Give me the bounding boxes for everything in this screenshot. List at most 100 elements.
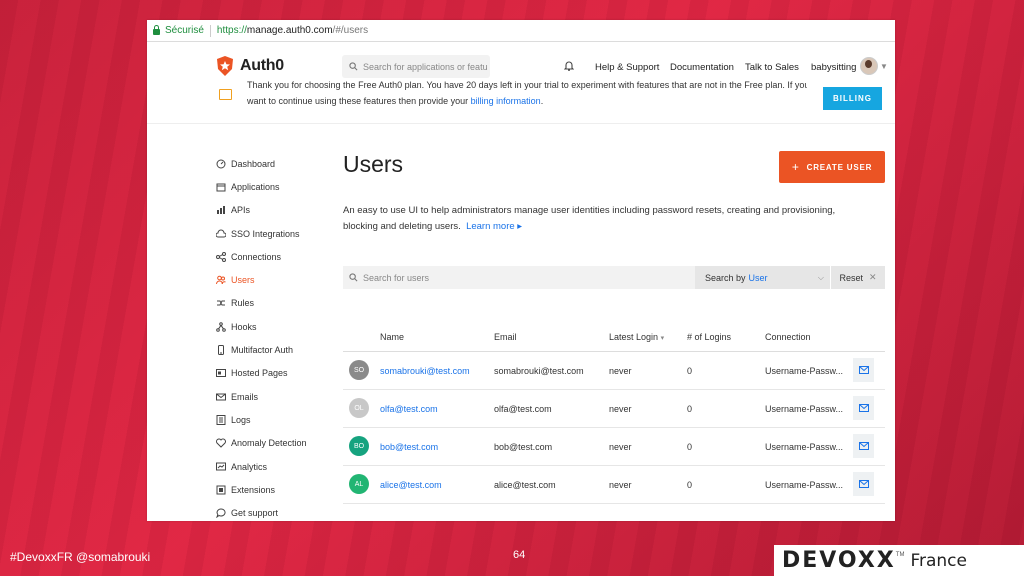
sidebar-item-extensions[interactable]: Extensions (216, 478, 336, 501)
user-latest-login: never (609, 404, 632, 414)
auth0-logo[interactable]: Auth0 (216, 56, 284, 76)
sidebar-item-label: APIs (231, 205, 251, 216)
sidebar-item-sso[interactable]: SSO Integrations (216, 222, 336, 245)
user-search-bar: Search for users Search by User ⌵ Reset … (343, 266, 885, 289)
sidebar-item-rules[interactable]: Rules (216, 292, 336, 315)
user-search-input[interactable]: Search for users (363, 273, 695, 283)
sidebar-item-logs[interactable]: Logs (216, 408, 336, 431)
auth0-shield-icon (217, 56, 233, 76)
column-header-logins[interactable]: # of Logins (687, 332, 731, 342)
sidebar-item-label: Anomaly Detection (231, 438, 307, 449)
documentation-link[interactable]: Documentation (670, 62, 734, 73)
sidebar-item-mfa[interactable]: Multifactor Auth (216, 338, 336, 361)
user-name-link[interactable]: olfa@test.com (380, 404, 438, 414)
send-email-button[interactable] (853, 358, 874, 382)
sidebar-item-hosted-pages[interactable]: Hosted Pages (216, 362, 336, 385)
sidebar-item-hooks[interactable]: Hooks (216, 315, 336, 338)
user-logins-count: 0 (687, 442, 693, 452)
user-logins-count: 0 (687, 404, 693, 414)
sidebar-item-get-support[interactable]: Get support (216, 501, 336, 521)
applications-icon (216, 182, 226, 192)
sidebar-item-anomaly-detection[interactable]: Anomaly Detection (216, 432, 336, 455)
user-logins-count: 0 (687, 480, 693, 490)
column-header-latest-login[interactable]: Latest Login ▾ (609, 332, 664, 342)
reset-button[interactable]: Reset ✕ (830, 266, 885, 289)
table-row[interactable]: BO bob@test.com bob@test.com never 0 Use… (343, 427, 885, 466)
banner-text-line1: Thank you for choosing the Free Auth0 pl… (247, 80, 807, 90)
create-user-button[interactable]: + CREATE USER (779, 151, 885, 183)
table-row[interactable]: OL olfa@test.com olfa@test.com never 0 U… (343, 389, 885, 428)
user-avatar: OL (349, 398, 369, 418)
sidebar-item-applications[interactable]: Applications (216, 175, 336, 198)
search-by-dropdown[interactable]: Search by User ⌵ (695, 266, 830, 289)
chevron-down-icon[interactable]: ▼ (880, 62, 888, 71)
sidebar-item-label: Rules (231, 298, 255, 309)
billing-info-link[interactable]: billing information (471, 96, 541, 106)
url-separator (209, 24, 211, 37)
column-header-email[interactable]: Email (494, 332, 517, 342)
trial-banner: Thank you for choosing the Free Auth0 pl… (147, 80, 895, 124)
table-row[interactable]: AL alice@test.com alice@test.com never 0… (343, 465, 885, 504)
user-avatar: SO (349, 360, 369, 380)
user-name-link[interactable]: alice@test.com (380, 480, 442, 490)
bell-icon[interactable] (564, 60, 574, 71)
sidebar-item-label: Get support (231, 508, 279, 519)
phone-icon (216, 345, 226, 356)
trademark-mark: TM (895, 551, 905, 558)
tenant-name[interactable]: babysitting (811, 62, 856, 73)
close-icon: ✕ (868, 272, 877, 282)
analytics-icon (216, 462, 226, 472)
email-icon (216, 392, 226, 402)
envelope-icon (858, 366, 869, 374)
search-icon (349, 62, 358, 71)
sidebar-item-label: Extensions (231, 484, 276, 495)
column-header-name[interactable]: Name (380, 332, 404, 342)
user-name-link[interactable]: bob@test.com (380, 442, 438, 452)
browser-url-bar[interactable]: Sécurisé https:// manage.auth0.com /#/us… (147, 20, 895, 42)
user-name-link[interactable]: somabrouki@test.com (380, 366, 470, 376)
cloud-icon (216, 229, 226, 239)
page-description: An easy to use UI to help administrators… (343, 203, 868, 235)
url-host: manage.auth0.com (246, 25, 333, 36)
slide-page-number: 64 (513, 549, 526, 561)
learn-more-link[interactable]: Learn more ▸ (466, 221, 522, 232)
send-email-button[interactable] (853, 396, 874, 420)
billing-button[interactable]: BILLING (823, 87, 882, 110)
table-row[interactable]: SO somabrouki@test.com somabrouki@test.c… (343, 351, 885, 390)
sidebar-item-connections[interactable]: Connections (216, 245, 336, 268)
logs-icon (216, 414, 226, 425)
credit-card-icon (219, 89, 232, 100)
url-scheme: https:// (216, 25, 247, 36)
extensions-icon (216, 485, 226, 495)
avatar[interactable] (860, 57, 878, 75)
devoxx-wordmark: DEVOXX (782, 548, 896, 573)
plus-icon: + (791, 160, 800, 174)
devoxx-country: France (910, 550, 967, 571)
column-header-connection[interactable]: Connection (765, 332, 811, 342)
talk-to-sales-link[interactable]: Talk to Sales (745, 62, 799, 73)
send-email-button[interactable] (853, 434, 874, 458)
send-email-button[interactable] (853, 472, 874, 496)
user-avatar: AL (349, 474, 369, 494)
banner-line2-suffix: . (540, 96, 544, 106)
devoxx-france-logo: DEVOXX TM France (774, 545, 1024, 576)
sidebar-item-label: Dashboard (231, 158, 276, 169)
sidebar-item-label: Applications (231, 181, 280, 192)
sidebar-item-users[interactable]: Users (216, 268, 336, 291)
create-user-label: CREATE USER (806, 162, 873, 172)
chevron-down-icon: ⌵ (817, 272, 824, 282)
sidebar-item-analytics[interactable]: Analytics (216, 455, 336, 478)
sidebar-item-label: Logs (231, 414, 251, 425)
app-search-input[interactable]: Search for applications or featu (342, 55, 490, 78)
screenshot-frame: Sécurisé https:// manage.auth0.com /#/us… (147, 20, 895, 521)
apis-icon (216, 205, 226, 215)
url-path: /#/users (332, 25, 369, 36)
user-latest-login: never (609, 366, 632, 376)
user-latest-login: never (609, 480, 632, 490)
sidebar-item-apis[interactable]: APIs (216, 199, 336, 222)
help-support-link[interactable]: Help & Support (595, 62, 659, 73)
sidebar-item-emails[interactable]: Emails (216, 385, 336, 408)
sidebar-item-label: Hosted Pages (231, 368, 288, 379)
logo-text: Auth0 (240, 57, 284, 74)
sidebar-item-dashboard[interactable]: Dashboard (216, 152, 336, 175)
